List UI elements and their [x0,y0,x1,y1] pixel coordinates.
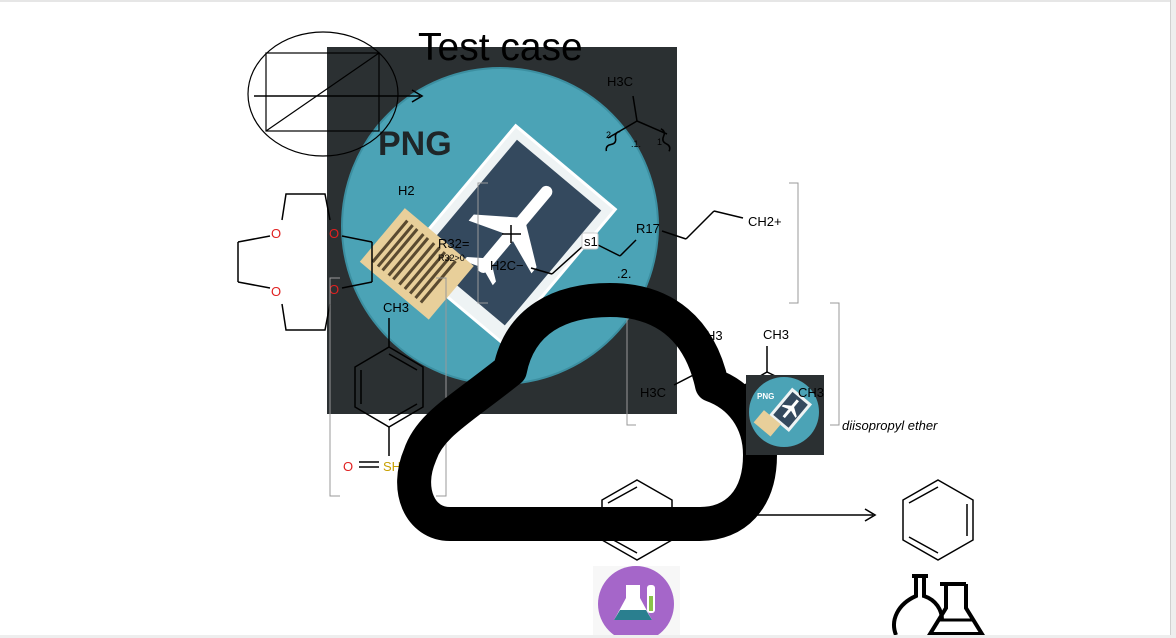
lab-flasks-icon [892,574,985,635]
ch3-tolyl-label: CH3 [383,300,409,315]
s1-label: s1 [584,234,598,249]
chemical-diagram-canvas: PNG Test case H3C 2 .1. 1 O O O O H2 s1 … [237,26,985,635]
diagram-title: Test case [418,26,583,69]
h3c-top-label: H3C [607,74,633,89]
r32-condition-label: R32>0 [438,253,465,263]
crown-oxygen-2: O [329,226,339,241]
benzene-ring-right [902,479,974,561]
small-png-label: PNG [757,392,774,401]
ch3-ether-label: CH3 [763,327,789,342]
r32-label: R32= [438,236,469,251]
stereo-2-label: 2 [606,130,611,140]
crown-oxygen-3: O [271,284,281,299]
ch3-ether-2-label: CH3 [798,385,824,400]
png-label: PNG [378,125,452,163]
ch2-plus-label: CH2+ [748,214,782,229]
r17-label: R17 [636,221,660,236]
locant-2-label: .2. [617,266,631,281]
crown-oxygen-4: O [329,282,339,297]
stereo-1-label: 1 [657,137,662,147]
locant-1-label: .1. [631,139,641,149]
crown-oxygen-1: O [271,226,281,241]
h2-label: H2 [398,183,415,198]
reaction-arrow [745,508,877,522]
sulfonyl-oxygen-left: O [343,459,353,474]
diisopropyl-caption: diisopropyl ether [842,418,938,433]
vertical-scrollbar[interactable] [1170,0,1176,638]
h3c-ether-label: H3C [640,385,666,400]
flask-icon [593,566,680,635]
h2c-minus-label: H2C− [490,258,524,273]
